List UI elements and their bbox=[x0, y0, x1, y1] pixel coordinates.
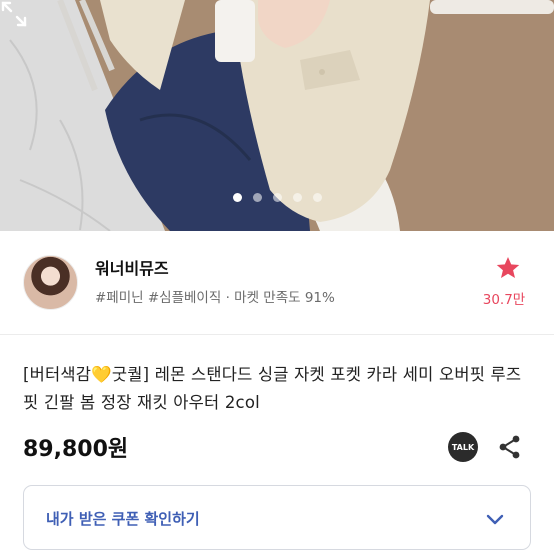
carousel-dot[interactable] bbox=[292, 193, 302, 202]
talk-button[interactable]: TALK bbox=[448, 432, 478, 462]
coupon-check-button[interactable]: 내가 받은 쿠폰 확인하기 bbox=[23, 485, 531, 550]
seller-row[interactable]: 워너비뮤즈 #페미닌 #심플베이직 · 마켓 만족도 91% 30.7만 bbox=[0, 231, 554, 335]
product-price: 89,800원 bbox=[23, 437, 129, 462]
product-title: [버터색감💛굿퀄] 레몬 스탠다드 싱글 자켓 포켓 카라 세미 오버핏 루즈핏… bbox=[23, 365, 522, 412]
talk-icon: TALK bbox=[451, 442, 475, 452]
like-count: 30.7만 bbox=[482, 292, 526, 308]
carousel-dot[interactable] bbox=[272, 193, 282, 202]
product-image-carousel[interactable] bbox=[0, 0, 554, 231]
carousel-dot-active[interactable] bbox=[232, 193, 242, 202]
share-icon[interactable] bbox=[497, 434, 523, 460]
star-icon[interactable] bbox=[495, 255, 521, 281]
carousel-dot[interactable] bbox=[312, 193, 322, 202]
coupon-label: 내가 받은 쿠폰 확인하기 bbox=[46, 510, 200, 528]
carousel-indicator bbox=[0, 193, 554, 202]
seller-avatar[interactable] bbox=[23, 255, 78, 310]
seller-tags: #페미닌 #심플베이직 · 마켓 만족도 91% bbox=[95, 290, 335, 306]
chevron-down-icon bbox=[486, 514, 504, 525]
seller-name[interactable]: 워너비뮤즈 bbox=[95, 255, 169, 279]
expand-icon[interactable] bbox=[0, 0, 28, 28]
carousel-dot[interactable] bbox=[252, 193, 262, 202]
